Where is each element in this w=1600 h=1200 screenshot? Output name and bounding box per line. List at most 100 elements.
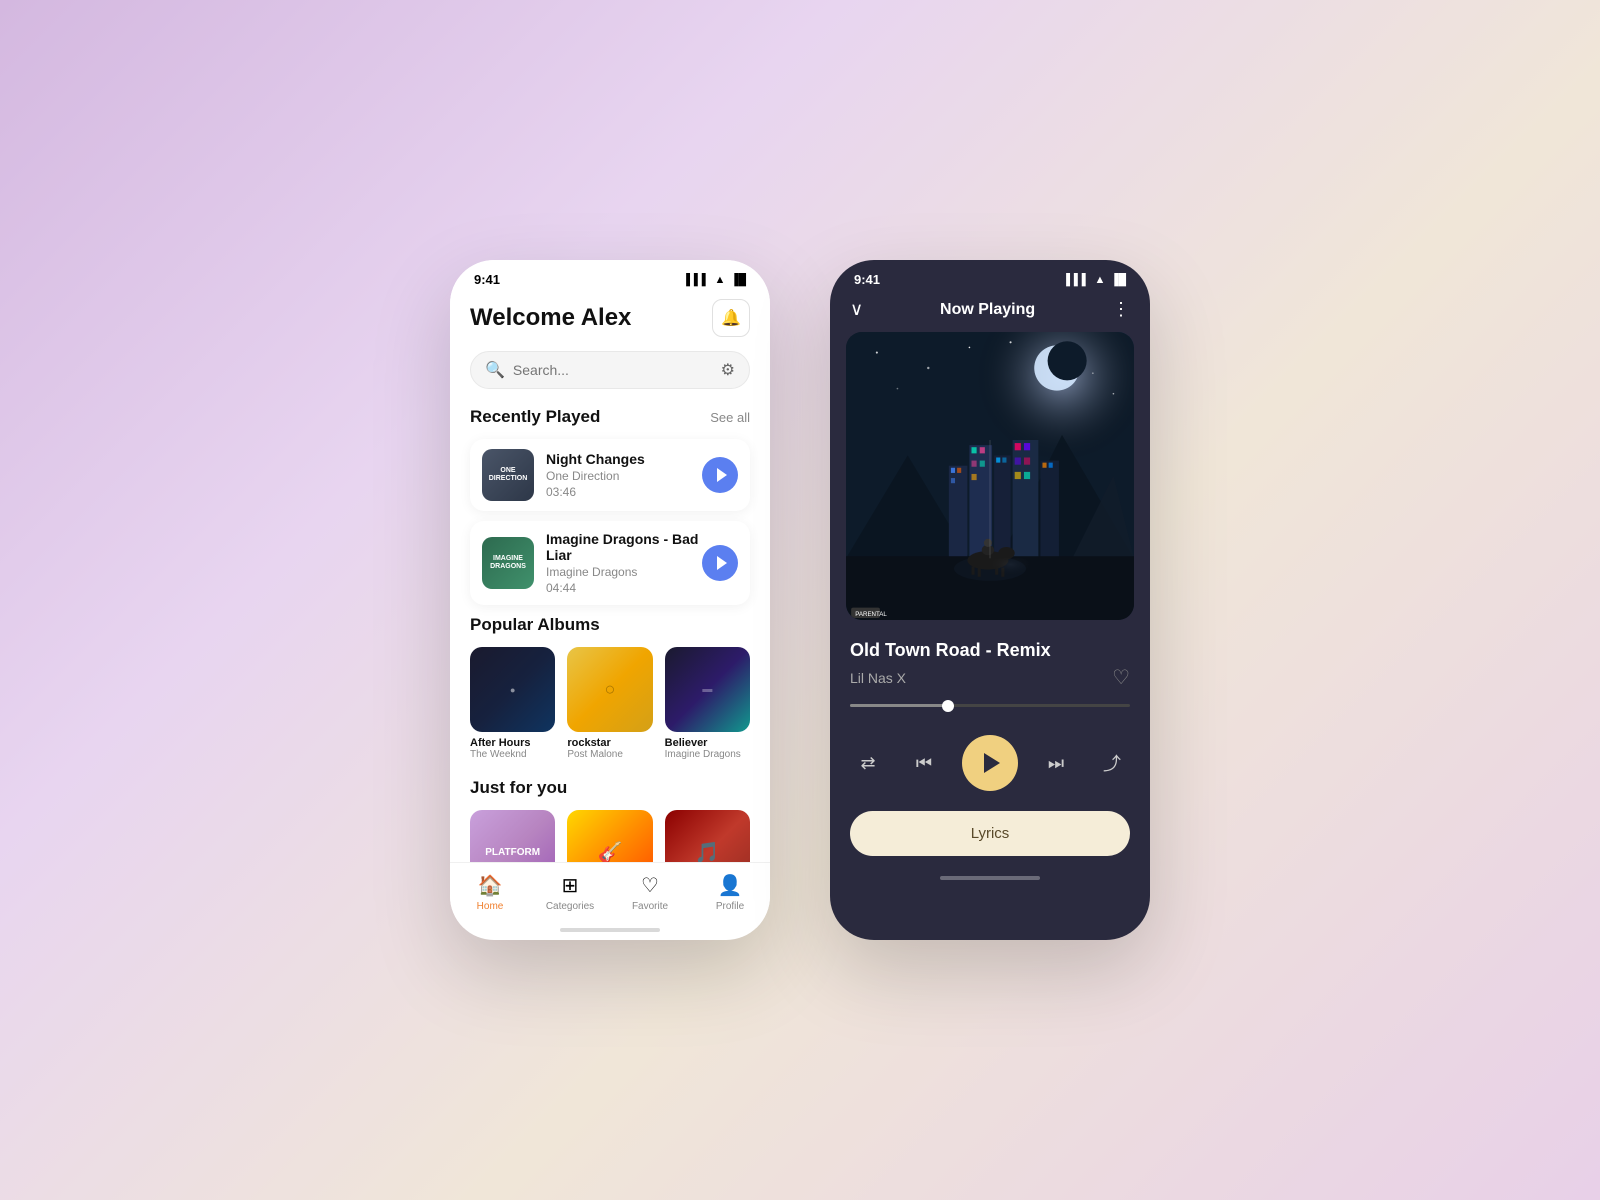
battery-icon: ▐█	[730, 274, 746, 286]
filter-icon[interactable]: ⚙	[721, 360, 735, 380]
progress-bar[interactable]	[850, 704, 1130, 707]
song-details: Old Town Road - Remix Lil Nas X ♡	[830, 640, 1150, 690]
see-all-button[interactable]: See all	[710, 410, 750, 425]
song-name-2: Imagine Dragons - Bad Liar	[546, 531, 702, 563]
album-artist-1: The Weeknd	[470, 749, 555, 760]
wifi-icon: ▲	[715, 274, 726, 286]
prev-icon: ⏮	[916, 753, 932, 774]
status-icons-home: ▌▌▌ ▲ ▐█	[686, 274, 746, 286]
player-song-artist: Lil Nas X	[850, 670, 906, 686]
nav-profile[interactable]: 👤 Profile	[690, 873, 770, 912]
profile-icon: 👤	[718, 873, 743, 898]
welcome-title: Welcome Alex	[470, 304, 631, 332]
recently-played-header: Recently Played See all	[470, 407, 750, 427]
song-card-bad-liar[interactable]: IMAGINEDRAGONS Imagine Dragons - Bad Lia…	[470, 521, 750, 605]
nav-favorite-label: Favorite	[632, 901, 668, 912]
album-name-2: rockstar	[567, 737, 652, 749]
jfy-item-1[interactable]: PLATFORM	[470, 810, 555, 862]
recently-played-label: Recently Played	[470, 407, 600, 427]
now-playing-title: Now Playing	[940, 301, 1035, 319]
search-bar[interactable]: 🔍 ⚙	[470, 351, 750, 389]
song-duration-2: 04:44	[546, 581, 702, 595]
albums-grid: ● After Hours The Weeknd ○ rockstar Post…	[470, 647, 750, 760]
player-song-title: Old Town Road - Remix	[850, 640, 1130, 661]
popular-albums-header: Popular Albums	[470, 615, 750, 635]
more-options-button[interactable]: ⋮	[1112, 299, 1130, 320]
battery-icon-player: ▐█	[1110, 274, 1126, 286]
believer-cover: ▬	[665, 647, 750, 732]
bell-icon: 🔔	[721, 308, 741, 328]
song-card-night-changes[interactable]: ONEDIRECTION Night Changes One Direction…	[470, 439, 750, 511]
phone-player: 9:41 ▌▌▌ ▲ ▐█ ∨ Now Playing ⋮	[830, 260, 1150, 940]
share-button[interactable]: ⤴	[1094, 745, 1130, 781]
svg-text:PARENTAL: PARENTAL	[855, 611, 887, 618]
progress-knob[interactable]	[942, 700, 954, 712]
bottom-nav: 🏠 Home ⊞ Categories ♡ Favorite 👤 Profile	[450, 862, 770, 928]
song-info-night-changes: Night Changes One Direction 03:46	[546, 451, 702, 499]
nav-categories[interactable]: ⊞ Categories	[530, 873, 610, 912]
just-for-you-header: Just for you	[470, 778, 750, 798]
search-icon: 🔍	[485, 360, 505, 380]
popular-albums-label: Popular Albums	[470, 615, 600, 635]
play-pause-button[interactable]	[962, 735, 1018, 791]
signal-icon-player: ▌▌▌	[1066, 274, 1089, 286]
album-rockstar[interactable]: ○ rockstar Post Malone	[567, 647, 652, 760]
nav-home[interactable]: 🏠 Home	[450, 873, 530, 912]
play-button-1[interactable]	[702, 457, 738, 493]
wifi-icon-player: ▲	[1095, 274, 1106, 286]
lyrics-button[interactable]: Lyrics	[850, 811, 1130, 856]
album-name-1: After Hours	[470, 737, 555, 749]
just-for-you-grid: PLATFORM 🎸 🎵	[470, 810, 750, 862]
home-icon: 🏠	[478, 873, 503, 898]
share-icon: ⤴	[1103, 750, 1121, 776]
categories-icon: ⊞	[562, 873, 579, 898]
jfy-item-3[interactable]: 🎵	[665, 810, 750, 862]
song-name-1: Night Changes	[546, 451, 702, 467]
time-home: 9:41	[474, 272, 500, 287]
nav-categories-label: Categories	[546, 901, 594, 912]
controls-row: ⇄ ⏮ ⏭ ⤴	[830, 735, 1150, 791]
album-artist-2: Post Malone	[567, 749, 652, 760]
search-input[interactable]	[513, 362, 721, 378]
album-name-3: Believer	[665, 737, 750, 749]
bad-liar-thumb: IMAGINEDRAGONS	[482, 537, 534, 589]
status-icons-player: ▌▌▌ ▲ ▐█	[1066, 274, 1126, 286]
time-player: 9:41	[854, 272, 880, 287]
next-button[interactable]: ⏭	[1038, 745, 1074, 781]
album-artist-3: Imagine Dragons	[665, 749, 750, 760]
song-info-bad-liar: Imagine Dragons - Bad Liar Imagine Drago…	[546, 531, 702, 595]
album-after-hours[interactable]: ● After Hours The Weeknd	[470, 647, 555, 760]
jfy-item-2[interactable]: 🎸	[567, 810, 652, 862]
shuffle-button[interactable]: ⇄	[850, 745, 886, 781]
progress-section	[830, 704, 1150, 715]
player-heart-button[interactable]: ♡	[1112, 665, 1130, 690]
status-bar-home: 9:41 ▌▌▌ ▲ ▐█	[450, 260, 770, 291]
album-art-svg: PARENTAL	[846, 332, 1134, 620]
after-hours-cover: ●	[470, 647, 555, 732]
play-button-2[interactable]	[702, 545, 738, 581]
progress-fill	[850, 704, 948, 707]
notification-button[interactable]: 🔔	[712, 299, 750, 337]
song-duration-1: 03:46	[546, 485, 702, 499]
nav-favorite[interactable]: ♡ Favorite	[610, 873, 690, 912]
album-believer[interactable]: ▬ Believer Imagine Dragons	[665, 647, 750, 760]
status-bar-player: 9:41 ▌▌▌ ▲ ▐█	[830, 260, 1150, 291]
next-icon: ⏭	[1048, 753, 1064, 774]
favorite-icon: ♡	[641, 873, 659, 898]
rockstar-cover: ○	[567, 647, 652, 732]
album-art-large: PARENTAL	[846, 332, 1134, 620]
nav-home-label: Home	[477, 901, 504, 912]
signal-icon: ▌▌▌	[686, 274, 709, 286]
player-header: ∨ Now Playing ⋮	[830, 291, 1150, 332]
shuffle-icon: ⇄	[860, 753, 875, 774]
song-artist-row: Lil Nas X ♡	[850, 665, 1130, 690]
song-artist-2: Imagine Dragons	[546, 565, 702, 579]
home-indicator	[560, 928, 660, 932]
album-art-container: PARENTAL	[830, 332, 1150, 620]
prev-button[interactable]: ⏮	[906, 745, 942, 781]
phone-home: 9:41 ▌▌▌ ▲ ▐█ Welcome Alex 🔔 🔍 ⚙ Recentl…	[450, 260, 770, 940]
just-for-you-label: Just for you	[470, 778, 567, 798]
back-button[interactable]: ∨	[850, 299, 863, 320]
nav-profile-label: Profile	[716, 901, 744, 912]
night-changes-thumb: ONEDIRECTION	[482, 449, 534, 501]
